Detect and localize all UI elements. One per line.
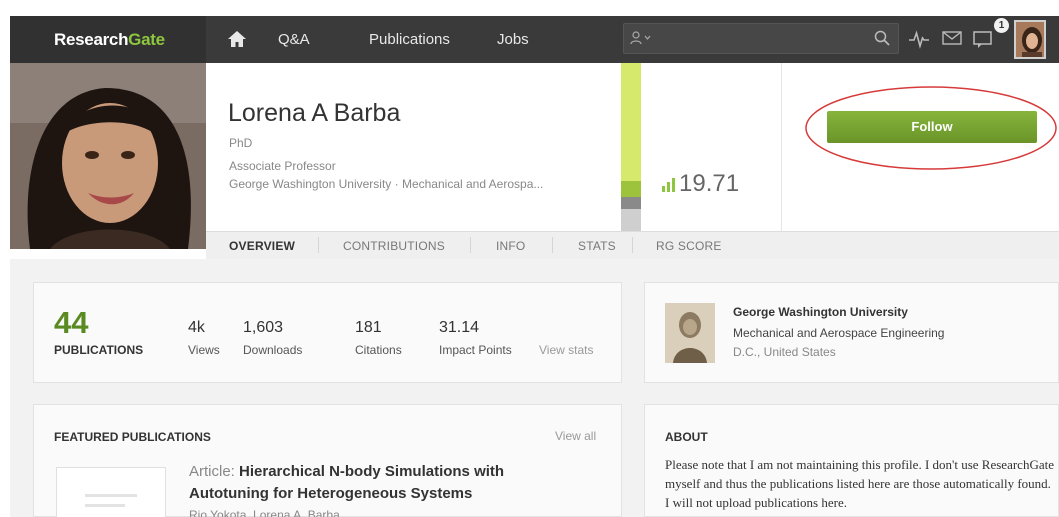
notification-count-badge[interactable]: 1 — [994, 18, 1009, 33]
institution-name[interactable]: George Washington University — [733, 305, 908, 319]
featured-publications-card: FEATURED PUBLICATIONS View all Article: … — [33, 404, 622, 517]
score-bar-segment — [621, 197, 641, 209]
featured-publications-title: FEATURED PUBLICATIONS — [54, 430, 211, 444]
thumbnail-line — [85, 494, 137, 497]
views-count: 4k — [188, 319, 205, 336]
tab-contributions[interactable]: CONTRIBUTIONS — [343, 239, 445, 253]
publication-type: Article: — [189, 463, 235, 480]
tab-separator — [318, 237, 319, 253]
logo-text-research: Research — [54, 30, 129, 49]
profile-affiliation[interactable]: George Washington University · Mechanica… — [229, 177, 543, 191]
score-bar-segment — [621, 209, 641, 231]
logo-text-gate: Gate — [128, 30, 165, 49]
publication-title-line1[interactable]: Article: Hierarchical N-body Simulations… — [189, 463, 504, 480]
views-label: Views — [188, 343, 220, 357]
citations-label: Citations — [355, 343, 402, 357]
researchgate-logo[interactable]: ResearchGate — [10, 16, 206, 63]
downloads-count: 1,603 — [243, 319, 284, 336]
institution-logo[interactable] — [665, 303, 715, 363]
header-divider — [781, 63, 782, 231]
publication-title-text[interactable]: Hierarchical N-body Simulations with — [239, 463, 504, 480]
score-bar-segment — [621, 181, 641, 197]
tab-separator — [632, 237, 633, 253]
score-bars-icon — [662, 178, 675, 192]
profile-photo[interactable] — [10, 63, 206, 249]
view-stats-link[interactable]: View stats — [539, 343, 593, 357]
impact-points-label: Impact Points — [439, 343, 512, 357]
profile-header: Lorena A Barba PhD Associate Professor G… — [10, 63, 1059, 259]
stats-card: 44 PUBLICATIONS 4k Views 1,603 Downloads… — [33, 282, 622, 383]
about-title: ABOUT — [665, 430, 708, 444]
publication-authors[interactable]: Rio Yokota, Lorena A. Barba — [189, 508, 340, 517]
publication-title-line2[interactable]: Autotuning for Heterogeneous Systems — [189, 485, 472, 502]
publications-label: PUBLICATIONS — [54, 343, 144, 357]
publications-count[interactable]: 44 — [54, 305, 88, 341]
downloads-label: Downloads — [243, 343, 303, 357]
profile-position: Associate Professor — [229, 159, 336, 173]
about-card: ABOUT Please note that I am not maintain… — [644, 404, 1059, 517]
user-avatar[interactable] — [1014, 20, 1046, 59]
person-search-scope-icon[interactable] — [630, 30, 652, 46]
nav-link-jobs[interactable]: Jobs — [497, 31, 529, 48]
nav-link-qa[interactable]: Q&A — [278, 31, 310, 48]
institution-department[interactable]: Mechanical and Aerospace Engineering — [733, 326, 944, 340]
home-icon[interactable] — [226, 28, 248, 50]
mail-icon[interactable] — [942, 29, 962, 47]
activity-icon[interactable] — [908, 29, 930, 49]
search-icon[interactable] — [874, 30, 890, 46]
rg-score-value[interactable]: 19.71 — [679, 170, 739, 198]
publication-thumbnail[interactable] — [56, 467, 166, 517]
view-all-link[interactable]: View all — [555, 429, 596, 443]
citations-count: 181 — [355, 319, 382, 336]
profile-degree: PhD — [229, 136, 253, 150]
profile-name: Lorena A Barba — [228, 99, 401, 127]
tab-info[interactable]: INFO — [496, 239, 525, 253]
profile-tabs: OVERVIEW CONTRIBUTIONS INFO STATS RG SCO… — [206, 231, 1059, 259]
score-bar-segment — [621, 63, 641, 181]
search-input[interactable] — [623, 23, 899, 54]
tab-separator — [470, 237, 471, 253]
institution-location: D.C., United States — [733, 345, 836, 359]
tab-overview[interactable]: OVERVIEW — [229, 239, 295, 253]
tab-rg-score[interactable]: RG SCORE — [656, 239, 722, 253]
nav-link-publications[interactable]: Publications — [369, 31, 450, 48]
about-text: Please note that I am not maintaining th… — [665, 457, 1054, 510]
institution-card: George Washington University Mechanical … — [644, 282, 1059, 383]
thumbnail-line — [85, 504, 125, 507]
tab-separator — [552, 237, 553, 253]
tab-stats[interactable]: STATS — [578, 239, 616, 253]
notifications-icon[interactable] — [973, 29, 993, 49]
top-navigation-bar: ResearchGate Q&A Publications Jobs 1 — [10, 16, 1059, 63]
follow-button[interactable]: Follow — [827, 111, 1037, 143]
impact-points-count: 31.14 — [439, 319, 480, 336]
